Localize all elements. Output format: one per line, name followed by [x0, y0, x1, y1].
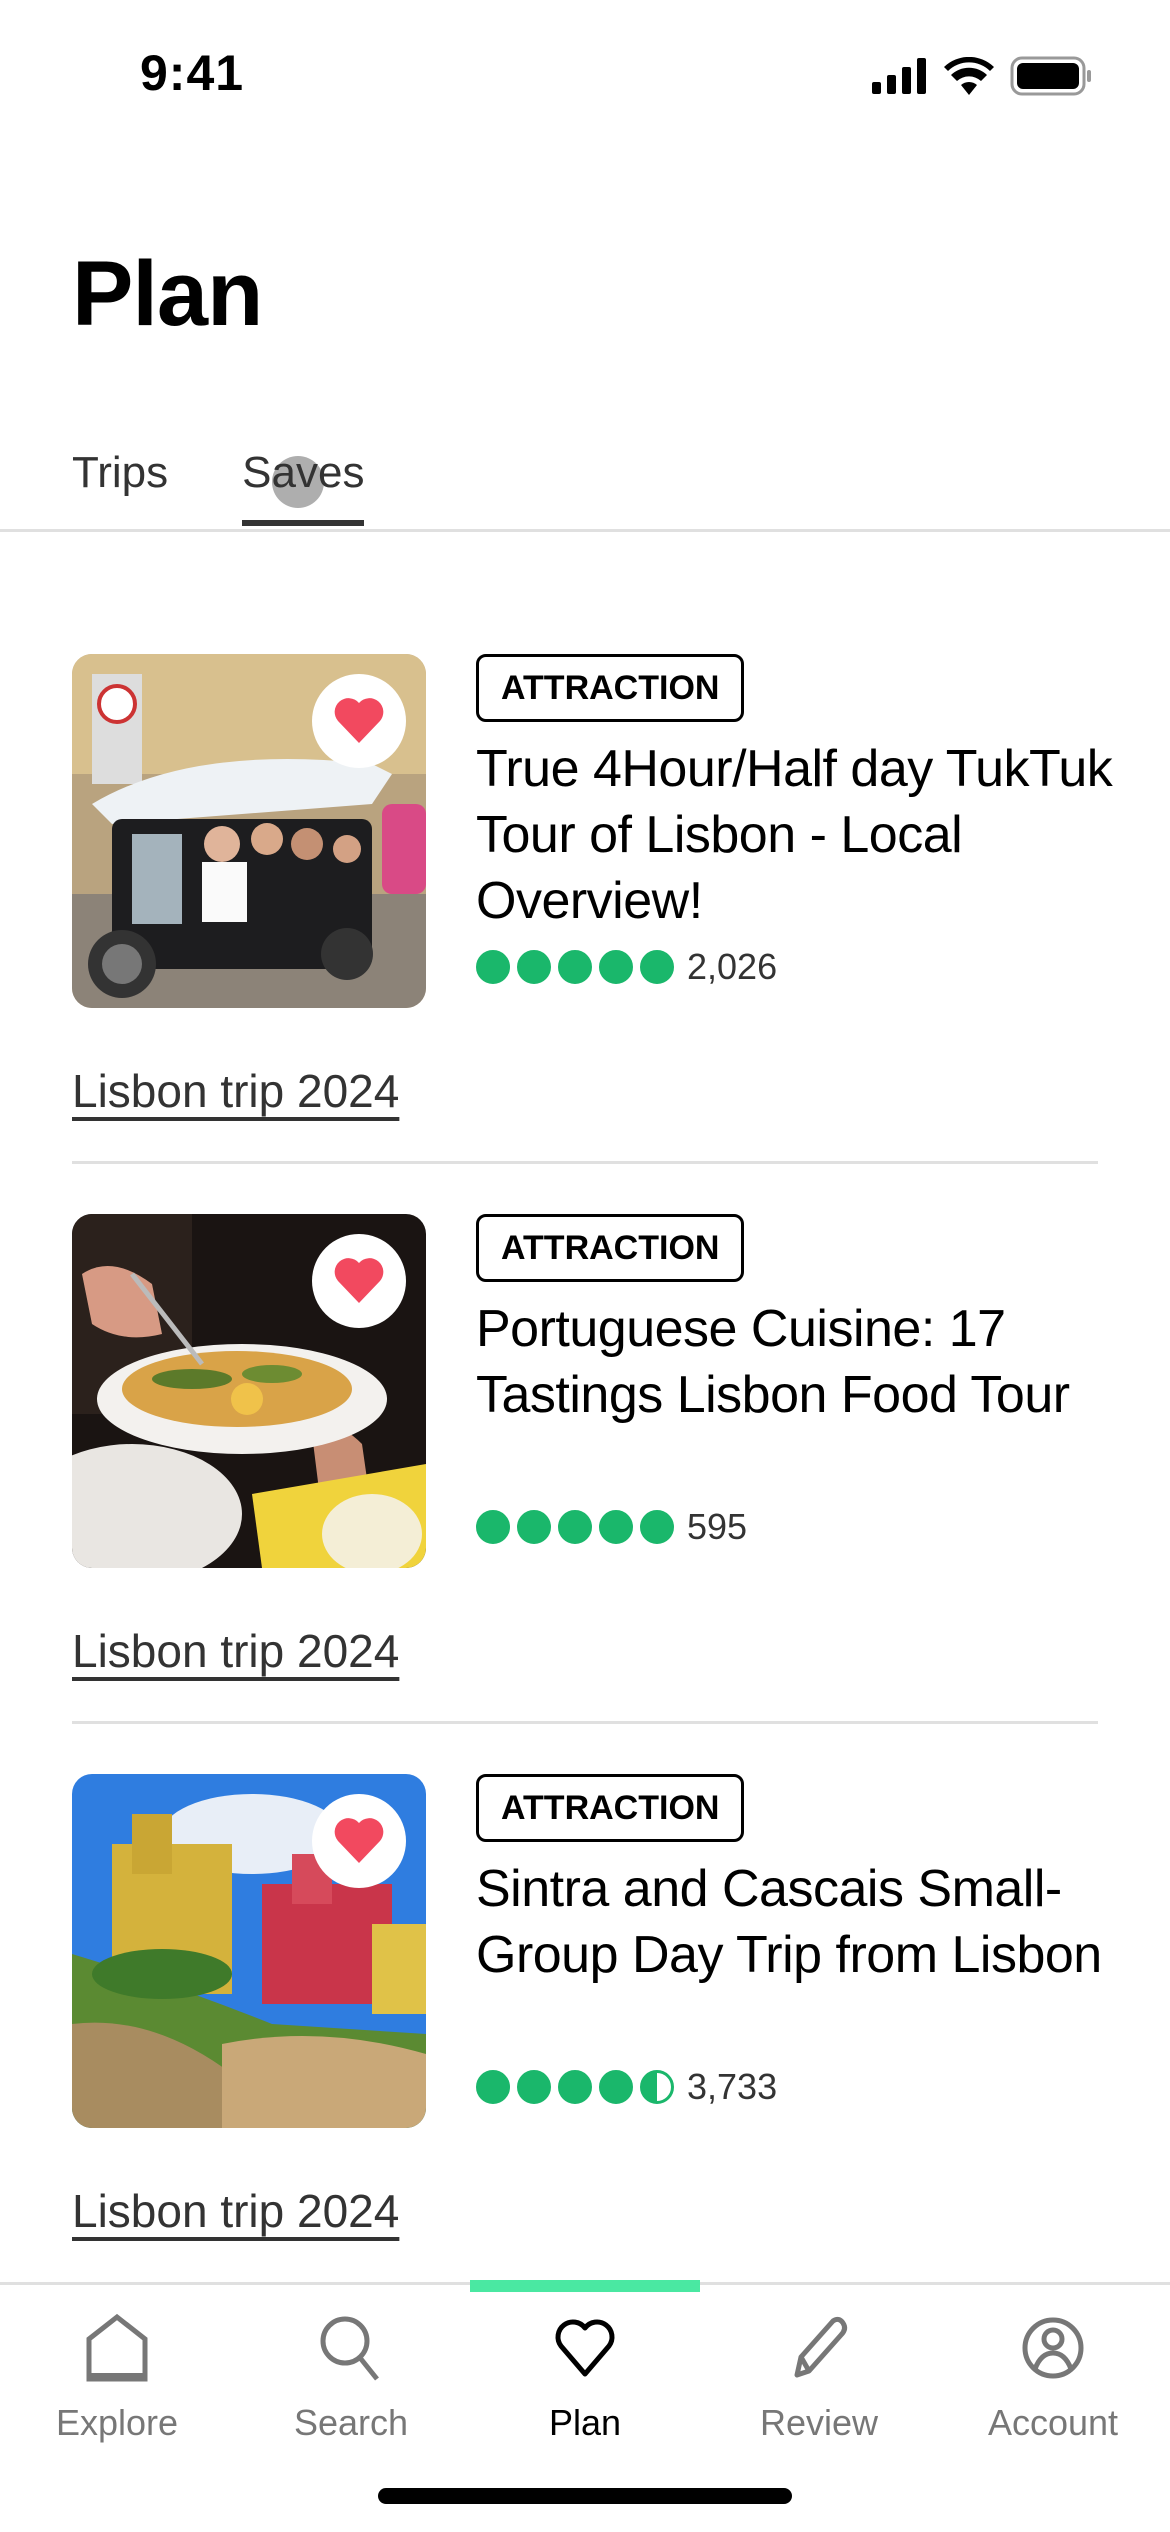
battery-icon — [1010, 56, 1091, 96]
rating-bubble-full — [599, 950, 633, 984]
saved-item-card[interactable]: ATTRACTION Sintra and Cascais Small-Grou… — [72, 1774, 1102, 2334]
tab-trips-label: Trips — [72, 448, 169, 497]
trip-link[interactable]: Lisbon trip 2024 — [72, 2184, 399, 2238]
card-divider — [72, 1721, 1098, 1724]
heart-filled-icon — [334, 1818, 384, 1863]
heart-filled-icon — [334, 1258, 384, 1303]
heart-icon — [555, 2319, 615, 2377]
rating-bubble-full — [517, 950, 551, 984]
nav-search[interactable]: Search — [234, 2300, 468, 2444]
card-divider — [72, 1161, 1098, 1164]
nav-plan[interactable]: Plan — [468, 2300, 702, 2444]
rating-bubble-full — [599, 2070, 633, 2104]
rating-bubbles: 2,026 — [476, 946, 777, 988]
nav-explore-label: Explore — [55, 2402, 179, 2443]
rating-bubble-full — [476, 2070, 510, 2104]
save-heart-button[interactable] — [312, 1794, 406, 1888]
category-badge: ATTRACTION — [476, 1774, 745, 1842]
home-indicator — [378, 2488, 792, 2504]
page-title: Plan — [72, 243, 263, 345]
review-count: 595 — [687, 1506, 748, 1547]
home-icon — [86, 2313, 148, 2382]
rating-bubble-full — [517, 2070, 551, 2104]
heart-filled-icon — [334, 698, 384, 743]
item-title[interactable]: Sintra and Cascais Small-Group Day Trip … — [476, 1856, 1116, 1988]
saved-item-card[interactable]: ATTRACTION True 4Hour/Half day TukTuk To… — [72, 654, 1113, 1214]
save-heart-button[interactable] — [312, 674, 406, 768]
search-icon — [320, 2316, 379, 2381]
item-title[interactable]: Portuguese Cuisine: 17 Tastings Lisbon F… — [476, 1296, 1116, 1428]
tab-saves-label: Saves — [242, 448, 365, 497]
tab-trips[interactable]: Trips — [72, 448, 168, 526]
nav-review-label: Review — [759, 2402, 879, 2443]
nav-account-label: Account — [987, 2402, 1119, 2443]
tab-saves[interactable]: Saves — [242, 448, 365, 526]
review-count: 2,026 — [687, 946, 778, 987]
rating-bubble-full — [476, 950, 510, 984]
nav-account[interactable]: Account — [936, 2300, 1170, 2444]
category-badge: ATTRACTION — [476, 654, 745, 722]
nav-plan-label: Plan — [548, 2402, 622, 2443]
rating-bubble-full — [476, 1510, 510, 1544]
rating-bubbles: 595 — [476, 1506, 747, 1548]
rating-bubble-full — [558, 950, 592, 984]
status-time: 9:41 — [140, 45, 245, 101]
rating-bubble-full — [640, 1510, 674, 1544]
item-title[interactable]: True 4Hour/Half day TukTuk Tour of Lisbo… — [476, 736, 1116, 934]
wifi-icon — [944, 57, 994, 95]
status-icons — [872, 56, 1092, 96]
nav-search-label: Search — [293, 2402, 409, 2443]
saved-item-card[interactable]: ATTRACTION Portuguese Cuisine: 17 Tastin… — [72, 1214, 1098, 1774]
nav-explore[interactable]: Explore — [0, 2300, 234, 2444]
bottom-nav: Explore Search Plan Review Account — [0, 2300, 1170, 2444]
nav-review[interactable]: Review — [702, 2300, 936, 2444]
rating-bubble-full — [640, 950, 674, 984]
account-icon — [1022, 2317, 1084, 2379]
tab-bar: Trips Saves — [72, 448, 365, 526]
nav-active-indicator — [470, 2280, 700, 2292]
cellular-signal-icon — [872, 58, 926, 94]
rating-bubble-full — [599, 1510, 633, 1544]
trip-link[interactable]: Lisbon trip 2024 — [72, 1624, 399, 1678]
rating-bubble-full — [517, 1510, 551, 1544]
rating-bubble-full — [558, 2070, 592, 2104]
trip-link[interactable]: Lisbon trip 2024 — [72, 1064, 399, 1118]
save-heart-button[interactable] — [312, 1234, 406, 1328]
rating-bubble-half — [640, 2070, 674, 2104]
pencil-icon — [794, 2316, 848, 2378]
tabs-divider — [0, 529, 1170, 532]
rating-bubbles: 3,733 — [476, 2066, 777, 2108]
rating-bubble-full — [558, 1510, 592, 1544]
category-badge: ATTRACTION — [476, 1214, 745, 1282]
review-count: 3,733 — [687, 2066, 778, 2107]
